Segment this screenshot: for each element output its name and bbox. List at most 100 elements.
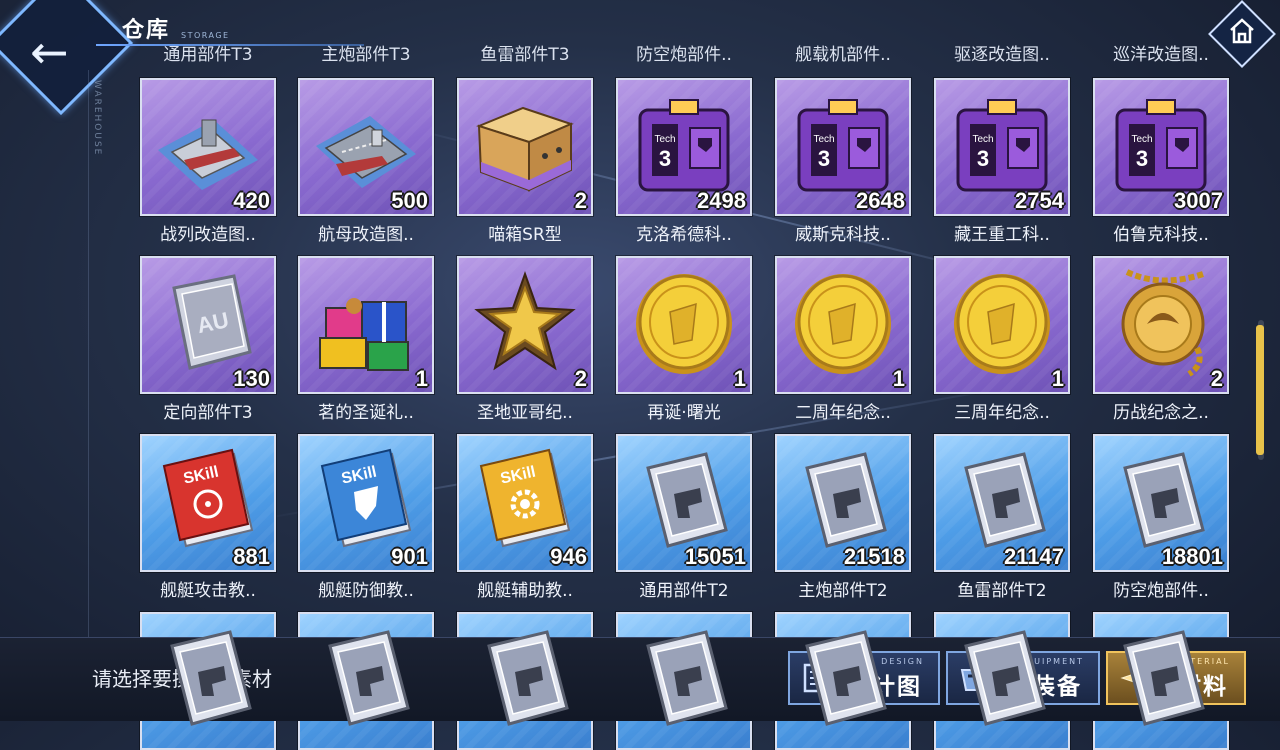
- inventory-item[interactable]: [1093, 612, 1229, 750]
- item-card[interactable]: 1: [934, 256, 1070, 394]
- item-card[interactable]: 420: [140, 78, 276, 216]
- inventory-item[interactable]: 21518 主炮部件T2: [775, 434, 911, 601]
- part-plate-icon: [789, 446, 897, 556]
- part-plate-icon: [1107, 624, 1215, 734]
- item-label: 通用部件T2: [639, 581, 729, 601]
- inventory-item[interactable]: [457, 612, 593, 750]
- inventory-item[interactable]: [934, 612, 1070, 750]
- item-card[interactable]: 21147: [934, 434, 1070, 572]
- item-card[interactable]: SKill 881: [140, 434, 276, 572]
- item-count: 1: [1051, 366, 1064, 391]
- item-label: 主炮部件T2: [798, 581, 888, 601]
- skill-book-yellow-icon: SKill: [471, 446, 579, 556]
- item-count: 2754: [1015, 188, 1064, 213]
- item-card[interactable]: [616, 612, 752, 750]
- item-card[interactable]: [457, 612, 593, 750]
- svg-text:Tech: Tech: [654, 134, 675, 145]
- inventory-item[interactable]: 21147 鱼雷部件T2: [934, 434, 1070, 601]
- inventory-item[interactable]: [298, 612, 434, 750]
- item-card[interactable]: [775, 612, 911, 750]
- item-card[interactable]: 1: [298, 256, 434, 394]
- inventory-item[interactable]: 2 历战纪念之..: [1093, 256, 1229, 423]
- inventory-item[interactable]: 15051 通用部件T2: [616, 434, 752, 601]
- item-label: 喵箱SR型: [488, 225, 562, 245]
- item-card[interactable]: 1: [616, 256, 752, 394]
- item-card[interactable]: [934, 612, 1070, 750]
- svg-text:Tech: Tech: [972, 134, 993, 145]
- inventory-item[interactable]: 1 再诞·曙光: [616, 256, 752, 423]
- partial-item-label: 舰载机部件..: [795, 45, 891, 65]
- inventory-item[interactable]: 500 航母改造图..: [298, 78, 434, 245]
- inventory-item[interactable]: SKill 881 舰艇攻击教..: [140, 434, 276, 601]
- inventory-item[interactable]: 2 喵箱SR型: [457, 78, 593, 245]
- side-label: WAREHOUSE: [92, 80, 102, 157]
- item-card[interactable]: SKill 901: [298, 434, 434, 572]
- item-card[interactable]: Tech 3 2648: [775, 78, 911, 216]
- item-card[interactable]: 1: [775, 256, 911, 394]
- inventory-item[interactable]: 18801 防空炮部件..: [1093, 434, 1229, 601]
- star-badge-icon: [471, 268, 579, 378]
- inventory-item[interactable]: Tech 3 2498 克洛希德科..: [616, 78, 752, 245]
- item-label: 茗的圣诞礼..: [318, 403, 414, 423]
- item-card[interactable]: 18801: [1093, 434, 1229, 572]
- inventory-item[interactable]: [140, 612, 276, 750]
- inventory-item[interactable]: 2 圣地亚哥纪..: [457, 256, 593, 423]
- item-count: 946: [550, 544, 587, 569]
- part-plate-icon: [630, 624, 738, 734]
- item-card[interactable]: 2: [1093, 256, 1229, 394]
- carrier-blueprint-icon: [312, 90, 420, 200]
- inventory-item[interactable]: [616, 612, 752, 750]
- scrollbar-thumb[interactable]: [1256, 325, 1264, 455]
- inventory-item[interactable]: [775, 612, 911, 750]
- item-card[interactable]: 15051: [616, 434, 752, 572]
- inventory-item[interactable]: SKill 946 舰艇辅助教..: [457, 434, 593, 601]
- item-label: 克洛希德科..: [636, 225, 732, 245]
- item-card[interactable]: AU 130: [140, 256, 276, 394]
- directional-part-icon: AU: [154, 268, 262, 378]
- item-card[interactable]: [1093, 612, 1229, 750]
- item-count: 881: [233, 544, 270, 569]
- inventory-item[interactable]: AU 130 定向部件T3: [140, 256, 276, 423]
- item-card[interactable]: Tech 3 3007: [1093, 78, 1229, 216]
- svg-text:3: 3: [1136, 146, 1148, 171]
- item-count: 1: [892, 366, 905, 391]
- item-label: 鱼雷部件T2: [957, 581, 1047, 601]
- partial-item-label: 通用部件T3: [163, 45, 253, 65]
- svg-text:3: 3: [659, 146, 671, 171]
- item-count: 1: [733, 366, 746, 391]
- battleship-blueprint-icon: [154, 90, 262, 200]
- item-count: 901: [391, 544, 428, 569]
- item-count: 21147: [1004, 544, 1064, 569]
- item-card[interactable]: [140, 612, 276, 750]
- item-card[interactable]: 500: [298, 78, 434, 216]
- inventory-item[interactable]: 1 二周年纪念..: [775, 256, 911, 423]
- inventory-item[interactable]: Tech 3 2648 威斯克科技..: [775, 78, 911, 245]
- side-divider: [88, 70, 89, 640]
- inventory-item[interactable]: 420 战列改造图..: [140, 78, 276, 245]
- partial-item-label: 主炮部件T3: [321, 45, 411, 65]
- inventory-item[interactable]: Tech 3 3007 伯鲁克科技..: [1093, 78, 1229, 245]
- gold-medal-icon: [1107, 268, 1215, 378]
- item-card[interactable]: 2: [457, 256, 593, 394]
- partial-item-label: 鱼雷部件T3: [480, 45, 570, 65]
- item-count: 18801: [1161, 544, 1223, 569]
- part-plate-icon: [948, 624, 1056, 734]
- tech-box-icon: Tech 3: [948, 90, 1056, 200]
- item-card[interactable]: SKill 946: [457, 434, 593, 572]
- item-card[interactable]: Tech 3 2754: [934, 78, 1070, 216]
- gift-pile-icon: [312, 268, 420, 378]
- item-card[interactable]: 21518: [775, 434, 911, 572]
- inventory-item[interactable]: 1 三周年纪念..: [934, 256, 1070, 423]
- inventory-item[interactable]: Tech 3 2754 藏王重工科..: [934, 78, 1070, 245]
- item-card[interactable]: [298, 612, 434, 750]
- item-label: 舰艇防御教..: [318, 581, 414, 601]
- item-count: 2648: [856, 188, 905, 213]
- item-card[interactable]: Tech 3 2498: [616, 78, 752, 216]
- part-plate-icon: [471, 624, 579, 734]
- inventory-item[interactable]: 1 茗的圣诞礼..: [298, 256, 434, 423]
- gold-coin-icon: [630, 268, 738, 378]
- svg-text:3: 3: [818, 146, 830, 171]
- item-card[interactable]: 2: [457, 78, 593, 216]
- part-plate-icon: [948, 446, 1056, 556]
- inventory-item[interactable]: SKill 901 舰艇防御教..: [298, 434, 434, 601]
